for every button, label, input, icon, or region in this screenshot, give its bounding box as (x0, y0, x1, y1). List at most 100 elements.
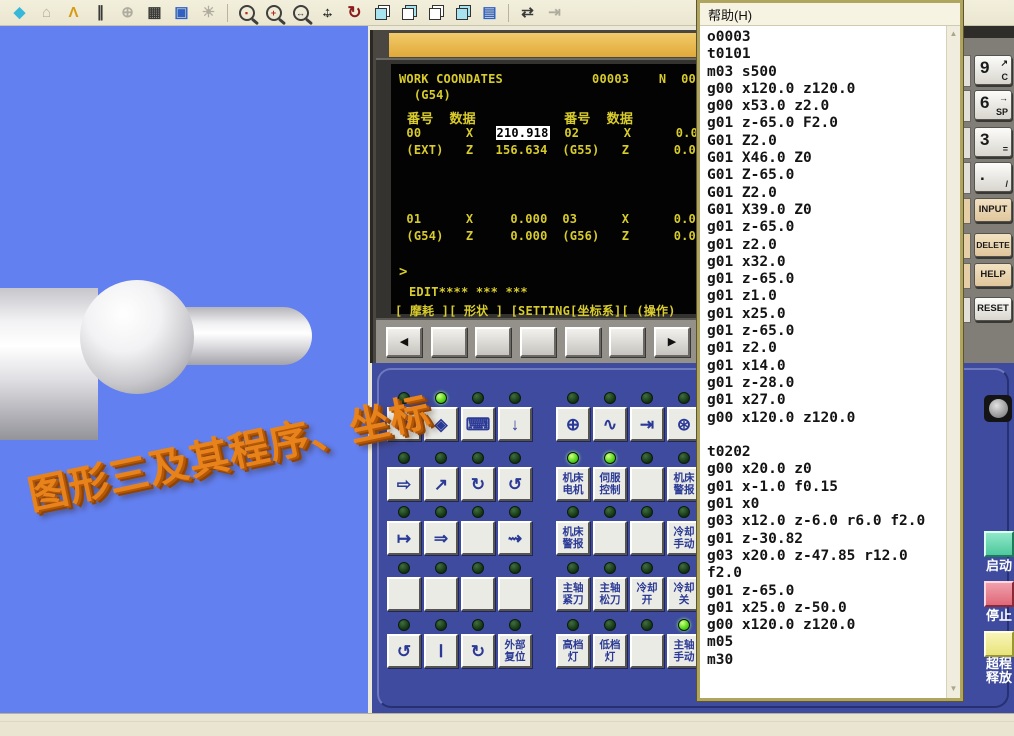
cycle-start-button[interactable] (984, 531, 1014, 557)
softkey-button[interactable] (475, 327, 511, 357)
toolbar-separator (227, 4, 228, 22)
viewport-canvas[interactable]: 图形三及其程序、坐标 (0, 26, 368, 713)
btn-dry-run[interactable]: ↻ (461, 467, 495, 501)
screen-softkey-labels: [ 摩耗 ][ 形状 ] [SETTING[坐标系][ (操作) (395, 302, 695, 319)
feed-hold-button[interactable] (984, 581, 1014, 607)
btn-index[interactable]: Ⅰ (424, 634, 458, 668)
machine-operate-icon[interactable]: ▦ (141, 1, 168, 24)
partial-key[interactable] (963, 55, 971, 87)
view-front-icon[interactable] (395, 1, 422, 24)
overtravel-release-button[interactable] (984, 631, 1014, 657)
pan-icon[interactable] (314, 1, 341, 24)
partial-key[interactable] (963, 162, 971, 194)
partial-key[interactable] (963, 127, 971, 159)
exit-icon[interactable]: ⇥ (541, 1, 568, 24)
view-iso-icon[interactable] (368, 1, 395, 24)
key-input[interactable]: INPUT (974, 198, 1012, 222)
light-icon[interactable]: ☀ (195, 1, 222, 24)
feed-override-knob[interactable] (984, 395, 1012, 422)
key-6[interactable]: 6 → SP (974, 90, 1012, 120)
btn-blank[interactable] (630, 521, 664, 555)
screen-col-headers: 番号 数据 番号 数据 (399, 108, 695, 127)
btn-low-gear-lamp[interactable]: 低档 灯 (593, 634, 627, 668)
btn-coolant-off[interactable]: 冷却 关 (667, 577, 701, 611)
btn-spindle-rotate[interactable]: ↻ (461, 634, 495, 668)
btn-spindle-unclamp[interactable]: 主轴 松刀 (593, 577, 627, 611)
btn-jog[interactable]: ∿ (593, 407, 627, 441)
view-side-icon[interactable] (422, 1, 449, 24)
led-indicator (567, 392, 579, 404)
btn-opt-stop[interactable]: ↦ (387, 521, 421, 555)
btn-external-reset[interactable]: 外部 复位 (498, 634, 532, 668)
monitor-icon[interactable]: ▣ (168, 1, 195, 24)
partial-key[interactable] (963, 297, 971, 323)
btn-spindle-clamp[interactable]: 主轴 紧刀 (556, 577, 590, 611)
key-dot[interactable]: . / (974, 162, 1012, 192)
menu-help[interactable]: 帮助(H) (700, 5, 752, 24)
btn-program-restart[interactable]: ⇝ (498, 521, 532, 555)
scroll-down-icon[interactable]: ▼ (947, 684, 960, 693)
key-9[interactable]: 9 ↗ C (974, 55, 1012, 85)
softkey-row: ◀ ▶ (376, 318, 700, 363)
btn-machine-motor[interactable]: 机床 电机 (556, 467, 590, 501)
softkey-button[interactable] (431, 327, 467, 357)
btn-skip[interactable]: ↗ (424, 467, 458, 501)
selected-value: 210.918 (496, 126, 550, 140)
partial-key[interactable] (963, 233, 971, 259)
scrollbar[interactable]: ▲ ▼ (946, 26, 960, 698)
btn-high-gear-lamp[interactable]: 高档 灯 (556, 634, 590, 668)
machine-icon[interactable]: ⌂ (33, 1, 60, 24)
softkey-next-button[interactable]: ▶ (654, 327, 690, 357)
btn-coolant-manual[interactable]: 冷却 手动 (667, 521, 701, 555)
key-help[interactable]: HELP (974, 263, 1012, 287)
btn-blank[interactable] (387, 577, 421, 611)
btn-spindle-manual[interactable]: 主轴 手动 (667, 634, 701, 668)
btn-servo-control[interactable]: 伺服 控制 (593, 467, 627, 501)
key-3[interactable]: 3 = (974, 127, 1012, 157)
partial-key[interactable] (963, 263, 971, 289)
btn-block-delete[interactable]: ⇒ (424, 521, 458, 555)
workpiece-icon[interactable]: ◆ (6, 1, 33, 24)
btn-machine-alarm-2[interactable]: 机床 警报 (556, 521, 590, 555)
gcode-text: o0003 t0101 m03 s500 g00 x120.0 z120.0 g… (700, 26, 947, 669)
partial-key[interactable] (963, 198, 971, 224)
btn-ref-return[interactable]: ⊕ (556, 407, 590, 441)
btn-single-block[interactable]: ⇨ (387, 467, 421, 501)
btn-blank[interactable] (424, 577, 458, 611)
partial-key[interactable] (963, 90, 971, 122)
btn-increment[interactable]: ⇥ (630, 407, 664, 441)
tool-setup-icon[interactable]: Λ (60, 1, 87, 24)
btn-blank[interactable] (593, 521, 627, 555)
key-delete[interactable]: DELETE (974, 233, 1012, 257)
btn-handwheel[interactable]: ⊛ (667, 407, 701, 441)
btn-blank[interactable] (461, 521, 495, 555)
softkey-button[interactable] (609, 327, 645, 357)
btn-mdi[interactable]: ⌨ (461, 407, 495, 441)
led-indicator (435, 562, 447, 574)
softkey-button[interactable] (520, 327, 556, 357)
btn-blank[interactable] (498, 577, 532, 611)
rotate-icon[interactable]: ↻ (341, 1, 368, 24)
btn-blank[interactable] (630, 467, 664, 501)
swap-view-icon[interactable]: ⇄ (514, 1, 541, 24)
zoom-fit-icon[interactable]: ↔ (287, 1, 314, 24)
softkey-button[interactable] (565, 327, 601, 357)
btn-cycle[interactable]: ↺ (387, 634, 421, 668)
btn-machine-alarm[interactable]: 机床 警报 (667, 467, 701, 501)
zoom-in-icon[interactable]: + (260, 1, 287, 24)
gcode-editor[interactable]: o0003 t0101 m03 s500 g00 x120.0 z120.0 g… (700, 26, 947, 698)
btn-coolant-on[interactable]: 冷却 开 (630, 577, 664, 611)
datum-icon[interactable]: ⊕ (114, 1, 141, 24)
btn-dnc[interactable]: ↓ (498, 407, 532, 441)
scroll-up-icon[interactable]: ▲ (947, 29, 960, 38)
zoom-window-icon[interactable]: ▪ (233, 1, 260, 24)
btn-machine-lock[interactable]: ↺ (498, 467, 532, 501)
view-top-icon[interactable] (449, 1, 476, 24)
program-list-icon[interactable]: ▤ (476, 1, 503, 24)
softkey-prev-button[interactable]: ◀ (386, 327, 422, 357)
key-reset[interactable]: RESET (974, 297, 1012, 321)
led-indicator (678, 562, 690, 574)
btn-blank[interactable] (461, 577, 495, 611)
measure-icon[interactable]: ∥ (87, 1, 114, 24)
btn-blank[interactable] (630, 634, 664, 668)
